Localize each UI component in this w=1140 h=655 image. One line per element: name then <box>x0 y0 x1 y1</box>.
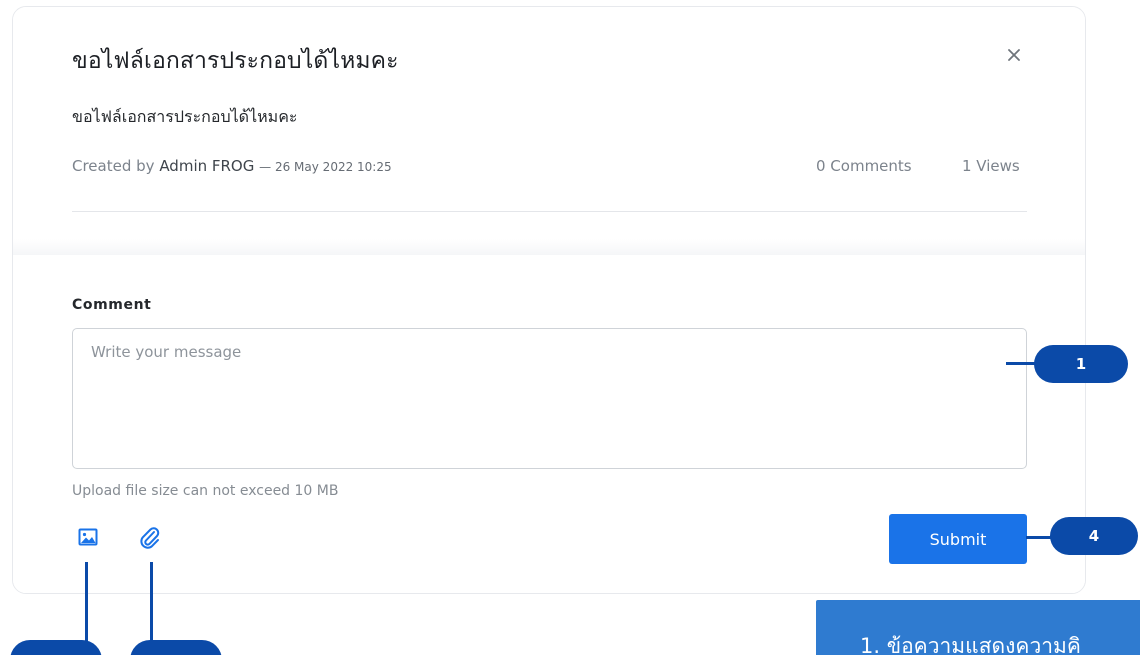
close-button[interactable] <box>1003 44 1025 66</box>
close-icon <box>1008 49 1020 61</box>
image-upload-button[interactable] <box>78 527 98 547</box>
callout-line-image <box>85 562 88 642</box>
callout-line-submit <box>1026 536 1052 539</box>
callout-badge-image: 3 <box>10 640 102 655</box>
divider <box>72 211 1027 212</box>
paperclip-icon <box>140 527 160 549</box>
message-field-container <box>72 328 1027 469</box>
post-body: ขอไฟล์เอกสารประกอบได้ไหมคะ <box>72 107 298 126</box>
image-icon <box>78 528 98 546</box>
post-meta: Created by Admin FROG — 26 May 2022 10:2… <box>72 157 392 175</box>
callout-line-1 <box>1006 362 1036 365</box>
screen: ขอไฟล์เอกสารประกอบได้ไหมคะ ขอไฟล์เอกสารป… <box>0 0 1140 655</box>
callout-badge-1: 1 <box>1034 345 1128 383</box>
submit-button[interactable]: Submit <box>889 514 1027 564</box>
attach-file-button[interactable] <box>138 525 160 549</box>
created-by-label: Created by <box>72 157 155 175</box>
view-count: 1 Views <box>962 157 1020 175</box>
comment-count: 0 Comments <box>816 157 912 175</box>
author-name: Admin FROG <box>159 157 255 175</box>
info-panel: 1. ข้อความแสดงความคิ <box>816 600 1140 655</box>
callout-badge-attach: 4 <box>130 640 222 655</box>
post-date: — 26 May 2022 10:25 <box>259 160 392 174</box>
callout-line-attach <box>150 562 153 642</box>
post-title: ขอไฟล์เอกสารประกอบได้ไหมคะ <box>72 48 399 74</box>
section-divider-shadow <box>13 239 1085 255</box>
info-panel-text: 1. ข้อความแสดงความคิ <box>860 634 1081 655</box>
callout-badge-submit: 4 <box>1050 517 1138 555</box>
comment-label: Comment <box>72 297 152 313</box>
message-input[interactable] <box>73 329 1026 468</box>
post-dialog: ขอไฟล์เอกสารประกอบได้ไหมคะ ขอไฟล์เอกสารป… <box>12 6 1086 594</box>
upload-size-note: Upload file size can not exceed 10 MB <box>72 483 339 499</box>
